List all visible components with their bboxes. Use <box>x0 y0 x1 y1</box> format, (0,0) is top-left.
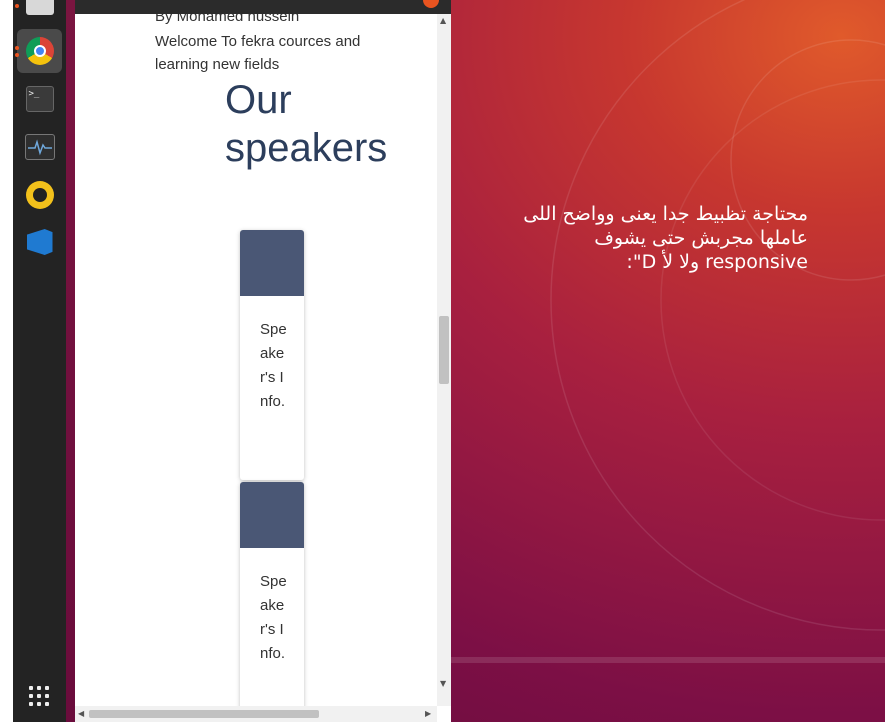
running-indicator <box>15 4 19 8</box>
monitor-icon <box>24 134 55 160</box>
scroll-up-icon[interactable]: ▲ <box>440 16 446 25</box>
page-viewport: By Mohamed hussein Welcome To fekra cour… <box>75 14 437 706</box>
speaker-info: Speaker's Info. <box>260 321 287 410</box>
window-shadow <box>66 0 75 722</box>
scroll-right-icon[interactable]: ▶ <box>425 709 431 718</box>
dock-item-vscode[interactable] <box>17 220 62 264</box>
browser-window: By Mohamed hussein Welcome To fekra cour… <box>75 0 451 722</box>
rhythmbox-icon <box>25 181 54 209</box>
vscode-icon <box>26 229 53 255</box>
wallpaper-arcs <box>451 0 885 663</box>
files-icon <box>25 0 54 15</box>
speaker-image <box>240 230 304 296</box>
annotation-text: محتاجة تظبيط جدا يعنى وواضح اللى عاملها … <box>523 203 808 273</box>
window-titlebar[interactable] <box>75 0 451 14</box>
speaker-card: Speaker's Info. <box>240 230 304 480</box>
dock-item-chrome[interactable] <box>17 29 62 73</box>
close-icon[interactable] <box>423 0 439 8</box>
terminal-icon: >_ <box>25 86 54 112</box>
speaker-info: Speaker's Info. <box>260 573 287 662</box>
chrome-icon <box>25 37 54 65</box>
dock-item-rhythmbox[interactable] <box>17 173 62 217</box>
author-byline: By Mohamed hussein <box>155 14 300 25</box>
section-heading: Our speakers <box>225 78 388 170</box>
horizontal-scroll-thumb[interactable] <box>89 710 319 718</box>
welcome-text: Welcome To fekra cources and learning ne… <box>155 33 361 73</box>
vertical-scroll-thumb[interactable] <box>439 316 449 384</box>
dock-item-files[interactable] <box>17 0 62 26</box>
scroll-down-icon[interactable]: ▼ <box>440 679 446 688</box>
vertical-scrollbar[interactable]: ▲ ▼ <box>437 14 451 706</box>
apps-grid-icon[interactable] <box>29 686 49 706</box>
running-indicator <box>15 46 19 50</box>
speaker-card: Speaker's Info. <box>240 482 304 706</box>
running-indicator <box>15 53 19 57</box>
dock: >_ <box>13 0 67 722</box>
desktop-edge <box>0 0 13 722</box>
horizontal-scrollbar[interactable]: ◀ ▶ <box>75 706 437 722</box>
dock-item-terminal[interactable]: >_ <box>17 77 62 121</box>
scroll-left-icon[interactable]: ◀ <box>78 709 84 718</box>
speaker-image <box>240 482 304 548</box>
dock-item-system-monitor[interactable] <box>17 125 62 169</box>
